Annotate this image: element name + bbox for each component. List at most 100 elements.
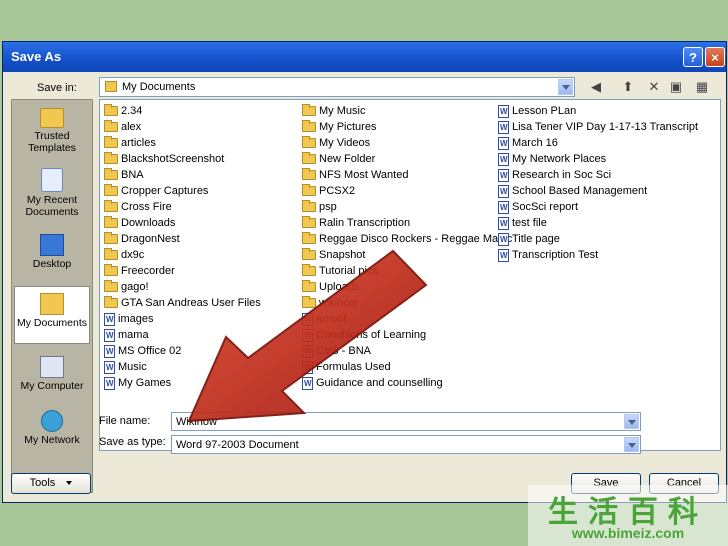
list-item[interactable]: images [104,311,153,327]
file-name-value: Wikihow [176,416,217,428]
list-item[interactable]: My Network Places [498,151,606,167]
place-my-computer[interactable]: My Computer [14,356,90,392]
list-item-label: gago! [121,281,149,293]
close-button[interactable]: × [705,47,725,67]
place-label: Trusted Templates [28,130,76,154]
list-item-label: Lesson PLan [512,105,577,117]
word-document-icon [302,360,313,374]
list-item[interactable]: Tutorial pics [302,263,378,279]
list-item[interactable]: Transcription Test [498,247,598,263]
list-item[interactable]: DragonNest [104,231,180,247]
network-icon [41,410,63,432]
save-in-combo[interactable]: My Documents [99,77,575,97]
watermark: 生活百科 www.bimeiz.com [528,485,728,546]
list-item[interactable]: Snapshot [302,247,365,263]
list-item[interactable]: wikihow [302,295,358,311]
delete-button[interactable]: ✕ [645,77,663,97]
list-item[interactable]: New Folder [302,151,375,167]
list-item[interactable]: Lisa Tener VIP Day 1-17-13 Transcript [498,119,698,135]
list-item-label: DragonNest [121,233,180,245]
list-item-label: test file [512,217,547,229]
list-item[interactable]: dx9c [104,247,144,263]
list-item[interactable]: My Games [104,375,171,391]
up-folder-button[interactable]: ⬆ [619,77,637,97]
list-item[interactable]: SocSci report [498,199,578,215]
list-item[interactable]: mama [104,327,149,343]
folder-icon [104,280,118,293]
place-my-documents[interactable]: My Documents [14,286,90,344]
list-item[interactable]: BlackshotScreenshot [104,151,224,167]
place-trusted-templates[interactable]: Trusted Templates [14,108,90,154]
list-item[interactable]: Cropper Captures [104,183,208,199]
chevron-down-icon[interactable] [624,437,639,452]
list-item[interactable]: CVS - BNA [302,343,371,359]
chevron-down-icon [66,481,73,486]
word-document-icon [302,328,313,342]
list-item[interactable]: test file [498,215,547,231]
list-item-label: CVS - BNA [316,345,372,357]
list-item[interactable]: gago! [104,279,149,295]
save-as-dialog: Save As ? × Save in: My Documents ◀ ⬆ ✕ … [2,41,727,503]
list-item-label: psp [319,201,337,213]
list-item-label: Downloads [121,217,176,229]
save-in-label: Save in: [37,82,77,94]
file-name-input[interactable]: Wikihow [171,412,641,431]
place-label: My Documents [16,317,88,329]
list-item[interactable]: psp [302,199,337,215]
folder-icon [104,104,118,117]
my-documents-icon [105,81,117,92]
chevron-down-icon[interactable] [624,414,639,429]
list-item[interactable]: School Based Management [498,183,647,199]
place-desktop[interactable]: Desktop [14,234,90,270]
list-item[interactable]: BNA [104,167,144,183]
help-button[interactable]: ? [683,47,703,67]
list-item[interactable]: Cross Fire [104,199,172,215]
list-item[interactable]: alex [104,119,141,135]
list-item[interactable]: March 16 [498,135,558,151]
tools-button[interactable]: Tools [11,473,91,494]
list-item[interactable]: Downloads [104,215,175,231]
list-item[interactable]: Ralin Transcription [302,215,410,231]
save-as-type-select[interactable]: Word 97-2003 Document [171,435,641,454]
title-bar: Save As ? × [3,42,726,72]
list-item-label: NFS Most Wanted [319,169,409,181]
list-item-label: Music [118,361,147,373]
folder-icon [302,232,316,245]
list-item[interactable]: Conditions of Learning [302,327,426,343]
list-item[interactable]: Title page [498,231,560,247]
list-item[interactable]: Lesson PLan [498,103,576,119]
word-document-icon [104,376,115,390]
list-item[interactable]: NFS Most Wanted [302,167,408,183]
list-item[interactable]: amoot [302,311,347,327]
list-item[interactable]: Reggae Disco Rockers - Reggae Magic [302,231,512,247]
views-button[interactable]: ▦ [689,77,715,97]
list-item[interactable]: GTA San Andreas User Files [104,295,261,311]
folder-icon [302,168,316,181]
place-label: Desktop [32,258,72,270]
list-item-label: Snapshot [319,249,366,261]
list-item[interactable]: Music [104,359,147,375]
place-my-network[interactable]: My Network [14,410,90,446]
list-item-label: BNA [121,169,144,181]
list-item-label: 2.34 [121,105,143,117]
list-item[interactable]: PCSX2 [302,183,355,199]
word-document-icon [302,376,313,390]
list-item[interactable]: Guidance and counselling [302,375,443,391]
list-item[interactable]: MS Office 02 [104,343,181,359]
list-item[interactable]: 2.34 [104,103,142,119]
list-item[interactable]: Formulas Used [302,359,391,375]
list-item[interactable]: articles [104,135,156,151]
list-item[interactable]: My Music [302,103,365,119]
place-my-recent-documents[interactable]: My Recent Documents [14,168,90,218]
list-item[interactable]: My Videos [302,135,370,151]
list-item[interactable]: Uploads [302,279,359,295]
list-item-label: My Videos [319,137,371,149]
list-item[interactable]: My Pictures [302,119,376,135]
list-item-label: My Pictures [319,121,377,133]
list-item-label: School Based Management [512,185,648,197]
list-item[interactable]: Freecorder [104,263,175,279]
back-button[interactable]: ◀ [587,77,605,97]
chevron-down-icon[interactable] [558,79,573,95]
new-folder-button[interactable]: ▣ [667,77,685,97]
list-item[interactable]: Research in Soc Sci [498,167,611,183]
